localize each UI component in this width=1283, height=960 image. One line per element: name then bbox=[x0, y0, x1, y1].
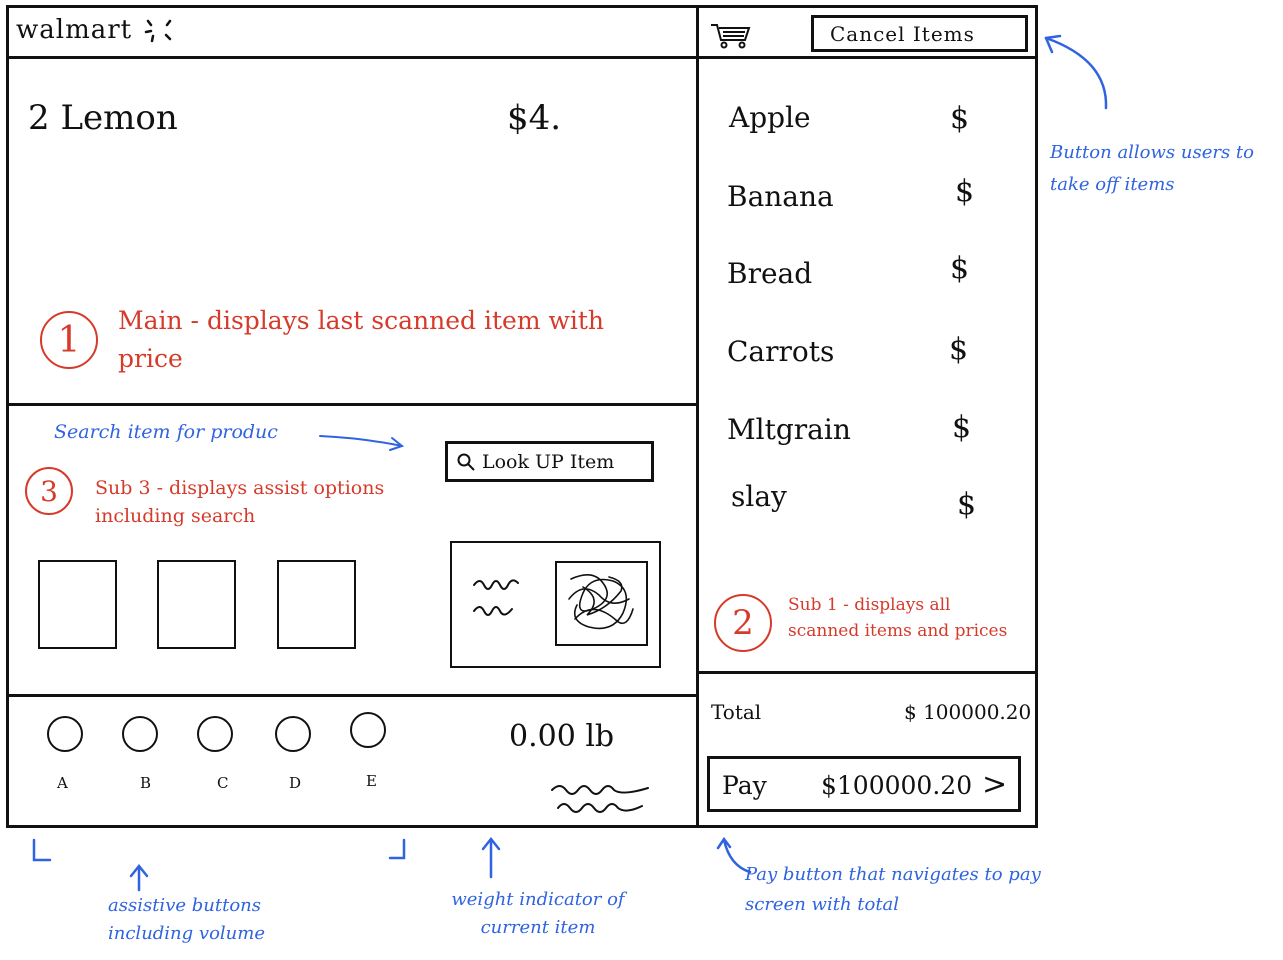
search-note: Search item for produc bbox=[54, 421, 278, 443]
assistive-label-b: B bbox=[140, 774, 152, 792]
scanned-item-price: $ bbox=[955, 174, 975, 209]
product-image bbox=[555, 561, 648, 646]
last-item-name: 2 Lemon bbox=[28, 98, 178, 138]
cancel-note: Button allows users to take off items bbox=[1050, 142, 1255, 195]
walmart-logo: walmart bbox=[16, 15, 176, 45]
arrow-to-search-icon bbox=[319, 435, 405, 451]
assistive-button-a[interactable] bbox=[47, 716, 83, 752]
scanned-item-name: slay bbox=[731, 480, 787, 513]
total-value: $ 100000.20 bbox=[904, 700, 1032, 724]
product-preview-card[interactable] bbox=[450, 541, 661, 668]
list-annotation: Sub 1 - displays all scanned items and p… bbox=[788, 595, 1008, 641]
pay-amount: $100000.20 bbox=[821, 771, 973, 800]
description-scribble bbox=[473, 579, 519, 616]
main-annotation: Main - displays last scanned item with p… bbox=[118, 306, 605, 373]
scanned-item-name: Mltgrain bbox=[727, 413, 851, 446]
spark-icon bbox=[144, 19, 172, 43]
header-divider bbox=[6, 56, 1038, 59]
assistive-button-b[interactable] bbox=[122, 716, 158, 752]
scanned-item-name: Bread bbox=[727, 257, 813, 290]
totals-divider bbox=[696, 671, 1038, 674]
assistive-label-c: C bbox=[217, 774, 229, 792]
weight-note: weight indicator of current item bbox=[451, 889, 625, 938]
pay-note: Pay button that navigates to pay screen … bbox=[745, 864, 1041, 915]
weight-indicator: 0.00 lb bbox=[509, 719, 615, 754]
look-up-item-button[interactable]: Look UP Item bbox=[445, 441, 654, 482]
scanned-item-price: $ bbox=[950, 251, 970, 286]
assist-divider bbox=[6, 694, 698, 697]
main-divider bbox=[6, 403, 698, 406]
look-up-item-label: Look UP Item bbox=[482, 450, 615, 473]
assist-tile-3[interactable] bbox=[277, 560, 356, 649]
arrow-to-cancel-icon bbox=[1044, 34, 1108, 110]
assistive-button-d[interactable] bbox=[275, 716, 311, 752]
assistive-label-d: D bbox=[289, 774, 302, 792]
weight-detail-scribble bbox=[551, 785, 649, 813]
search-icon bbox=[457, 453, 475, 471]
assistive-buttons: A B C D E bbox=[43, 712, 403, 802]
scanned-items-list: Apple $ Banana $ Bread $ Carrots $ Mltgr… bbox=[700, 95, 1034, 535]
bracket-right-icon bbox=[388, 838, 406, 860]
logo-text: walmart bbox=[16, 15, 133, 45]
assistive-note: assistive buttons including volume bbox=[108, 895, 265, 944]
last-item-price: $4. bbox=[507, 98, 562, 138]
assist-tile-1[interactable] bbox=[38, 560, 117, 649]
annotation-marker-1: 1 bbox=[40, 311, 98, 369]
assistive-label-e: E bbox=[366, 772, 377, 790]
cancel-items-label: Cancel Items bbox=[830, 21, 975, 46]
chevron-right-icon: > bbox=[982, 767, 1008, 802]
scanned-item-name: Apple bbox=[729, 101, 811, 134]
arrow-to-assistive-icon bbox=[129, 863, 149, 892]
annotation-marker-2: 2 bbox=[714, 594, 772, 652]
assistive-button-c[interactable] bbox=[197, 716, 233, 752]
annotation-marker-3-number: 3 bbox=[40, 474, 58, 508]
scanned-item-price: $ bbox=[957, 487, 977, 522]
bracket-left-icon bbox=[32, 838, 52, 862]
assistive-label-a: A bbox=[57, 774, 68, 792]
total-label: Total bbox=[711, 700, 762, 724]
scanned-item-name: Banana bbox=[727, 180, 834, 213]
sidebar-divider bbox=[696, 5, 699, 828]
scanned-item-name: Carrots bbox=[727, 335, 835, 368]
assist-annotation: Sub 3 - displays assist options includin… bbox=[95, 477, 385, 527]
pay-button[interactable]: Pay $100000.20 > bbox=[707, 756, 1021, 812]
annotation-marker-1-number: 1 bbox=[57, 319, 81, 361]
annotation-marker-3: 3 bbox=[25, 467, 73, 515]
annotation-marker-2-number: 2 bbox=[732, 603, 754, 643]
product-image-scribble bbox=[568, 574, 634, 630]
arrow-to-weight-icon bbox=[481, 836, 501, 879]
cart-icon[interactable] bbox=[709, 22, 751, 50]
assist-tile-2[interactable] bbox=[157, 560, 236, 649]
assistive-button-e[interactable] bbox=[350, 712, 386, 748]
cancel-items-button[interactable]: Cancel Items bbox=[811, 15, 1028, 52]
scanned-item-price: $ bbox=[950, 101, 970, 136]
pay-label: Pay bbox=[722, 771, 767, 800]
scanned-item-price: $ bbox=[949, 332, 969, 367]
scanned-item-price: $ bbox=[952, 410, 972, 445]
